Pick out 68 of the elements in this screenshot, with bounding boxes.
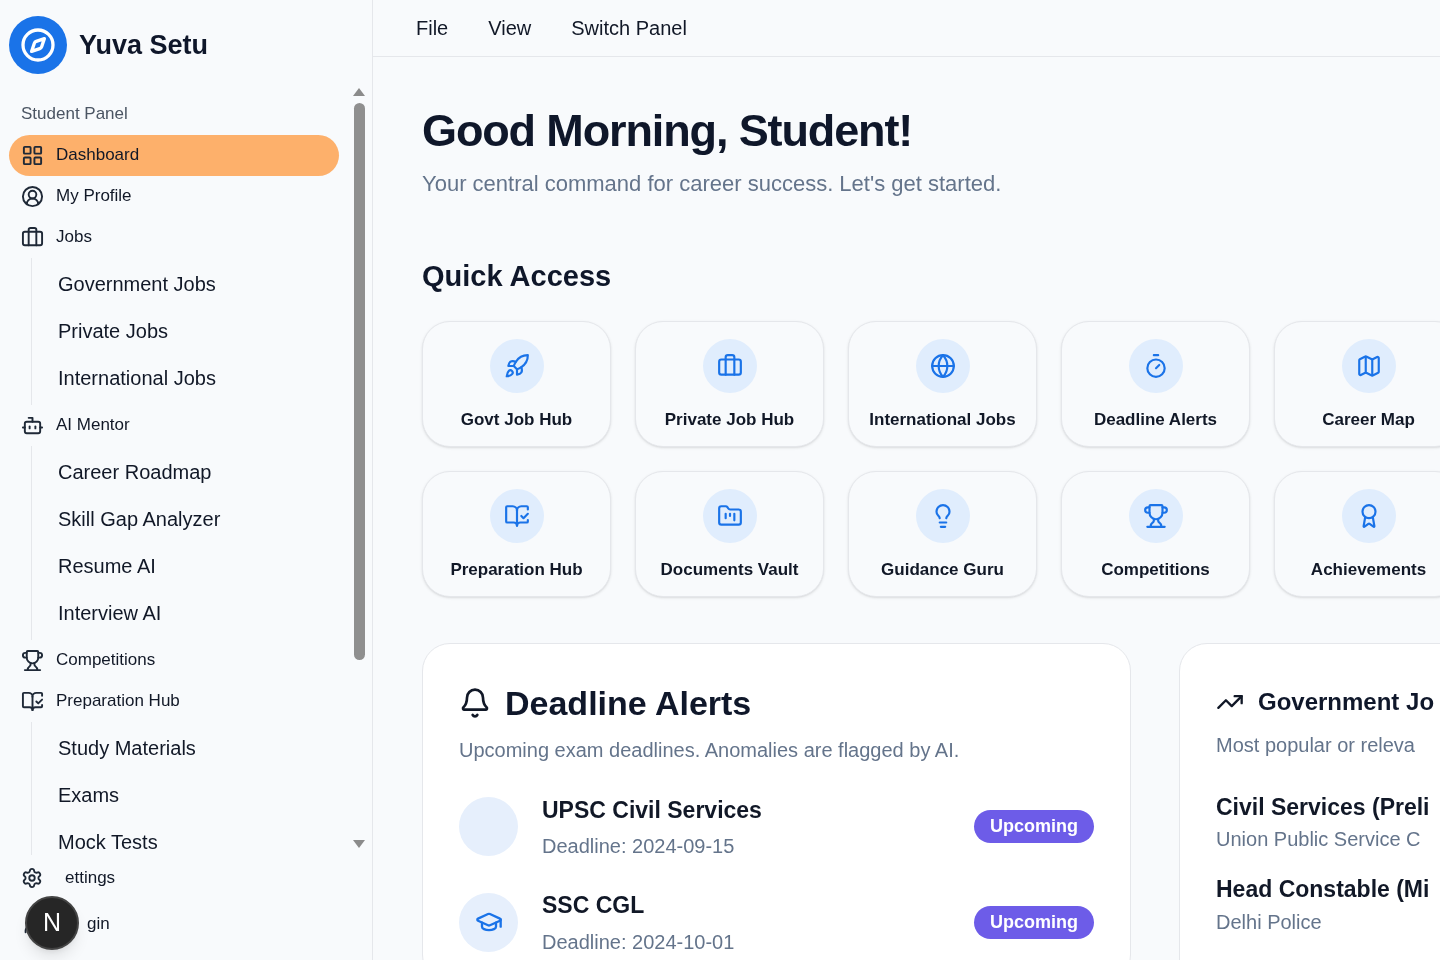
job-title: Civil Services (Preli: [1216, 792, 1431, 822]
settings-icon: [21, 867, 43, 889]
sidebar-item[interactable]: Dashboard: [9, 134, 339, 176]
quick-access-tile[interactable]: Career Map: [1274, 320, 1440, 447]
trophy-icon: [1142, 502, 1169, 529]
sidebar-subitem[interactable]: Skill Gap Analyzer: [58, 495, 339, 543]
card-subtitle: Upcoming exam deadlines. Anomalies are flagged by AI.: [459, 737, 961, 763]
quick-access-tile[interactable]: Achievements: [1274, 470, 1440, 597]
sidebar-item[interactable]: Jobs: [9, 216, 339, 258]
bell-icon: [459, 687, 491, 719]
logo-icon: [9, 16, 67, 74]
quick-access-tile[interactable]: Guidance Guru: [848, 470, 1037, 597]
page-title: Good Morning, Student!: [422, 105, 914, 157]
sidebar-subitem[interactable]: Private Jobs: [58, 307, 339, 355]
sidebar-item[interactable]: gin: [87, 911, 110, 937]
status-badge: Upcoming: [974, 905, 1094, 939]
book-check-icon: [21, 689, 44, 713]
folder-icon: [716, 502, 743, 529]
menu-item[interactable]: File: [416, 13, 449, 43]
sidebar-subitem[interactable]: International Jobs: [58, 354, 339, 402]
sidebar-subitem[interactable]: Interview AI: [58, 589, 339, 637]
sidebar-subitem[interactable]: Mock Tests: [58, 818, 339, 855]
quick-access-tile[interactable]: Private Job Hub: [635, 320, 824, 447]
exam-deadline: Deadline: 2024-09-15: [542, 834, 736, 859]
grid-icon: [21, 143, 44, 167]
sidebar-item[interactable]: Competitions: [9, 639, 339, 681]
quick-access-tile[interactable]: Deadline Alerts: [1061, 320, 1250, 447]
sidebar-item[interactable]: ettings: [65, 865, 116, 891]
menu-item[interactable]: View: [488, 13, 532, 43]
map-icon: [1355, 352, 1382, 379]
sidebar-subitem[interactable]: Resume AI: [58, 542, 339, 590]
brand-name: Yuva Setu: [79, 28, 209, 62]
section-title: Quick Access: [422, 259, 613, 294]
quick-access-tile[interactable]: Govt Job Hub: [422, 320, 611, 447]
trophy-icon: [21, 648, 44, 672]
quick-access-tile[interactable]: Competitions: [1061, 470, 1250, 597]
globe-icon: [929, 352, 956, 379]
exam-deadline: Deadline: 2024-10-01: [542, 929, 736, 955]
sidebar-subitem[interactable]: Study Materials: [58, 724, 339, 772]
menu-item[interactable]: Switch Panel: [571, 13, 687, 43]
sidebar-subitem[interactable]: Career Roadmap: [58, 448, 339, 496]
briefcase-icon: [21, 225, 44, 249]
section-label: Student Panel: [20, 103, 129, 125]
exam-name: UPSC Civil Services: [542, 795, 763, 825]
quick-access-tile[interactable]: Preparation Hub: [422, 470, 611, 597]
sidebar-item[interactable]: My Profile: [9, 175, 339, 217]
job-organization: Union Public Service C: [1216, 827, 1422, 852]
page-subtitle: Your central command for career success. Let's get started.: [422, 170, 1003, 198]
card-subtitle: Most popular or releva: [1216, 732, 1416, 758]
exam-name: SSC CGL: [542, 891, 646, 920]
quick-access-tile[interactable]: International Jobs: [848, 320, 1037, 447]
job-organization: Delhi Police: [1216, 909, 1323, 935]
briefcase-icon: [716, 352, 743, 379]
rocket-icon: [503, 352, 530, 379]
book-check-icon: [503, 502, 530, 529]
dev-indicator-button[interactable]: N: [25, 896, 79, 950]
sidebar-item[interactable]: AI Mentor: [9, 404, 339, 446]
quick-access-tile[interactable]: Documents Vault: [635, 470, 824, 597]
scroll-down-icon[interactable]: [352, 839, 366, 849]
user-circle-icon: [21, 184, 44, 208]
sidebar-item[interactable]: Preparation Hub: [9, 680, 339, 722]
job-title: Head Constable (Mi: [1216, 875, 1431, 904]
sidebar-subitem[interactable]: Government Jobs: [58, 260, 339, 308]
card-title: Deadline Alerts: [505, 682, 752, 724]
sidebar-subitem[interactable]: Exams: [58, 771, 339, 819]
card-title: Government Jo: [1258, 686, 1435, 717]
scroll-up-icon[interactable]: [352, 87, 366, 97]
status-badge: Upcoming: [974, 810, 1094, 844]
